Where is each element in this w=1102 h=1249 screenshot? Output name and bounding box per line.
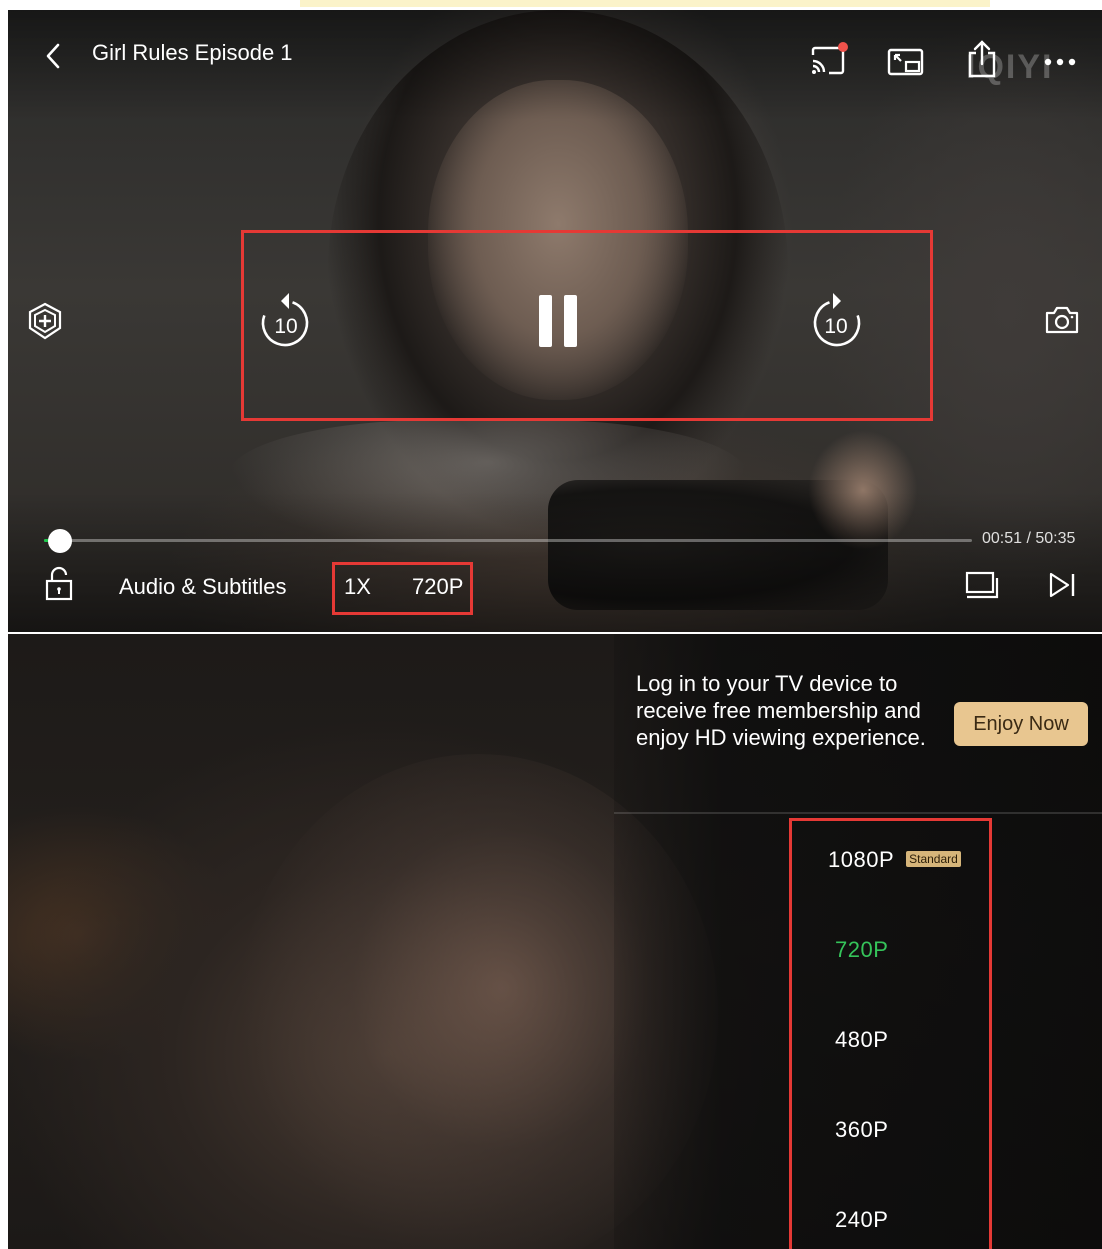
standard-badge: Standard [906, 851, 961, 867]
quality-option-480p[interactable]: 480P [835, 1027, 888, 1053]
cast-icon [811, 42, 848, 75]
picture-in-picture-button[interactable] [884, 44, 928, 80]
more-icon [1044, 58, 1076, 66]
rewind-seconds-label: 10 [274, 315, 297, 338]
quality-option-240p[interactable]: 240P [835, 1207, 888, 1233]
quality-options-highlight [789, 818, 992, 1249]
quality-option-label: 240P [835, 1207, 889, 1232]
enjoy-now-button[interactable]: Enjoy Now [954, 702, 1088, 746]
back-icon [46, 43, 60, 69]
quality-option-label: 360P [835, 1117, 889, 1142]
caption-strip [0, 0, 1102, 10]
progress-bar[interactable] [44, 529, 972, 553]
next-episode-icon [1049, 572, 1075, 598]
back-button[interactable] [36, 38, 72, 74]
quality-menu-screen: Log in to your TV device to receive free… [8, 634, 1102, 1249]
quality-option-label: 1080P [828, 847, 895, 872]
cast-button[interactable] [806, 40, 850, 80]
pause-button[interactable] [528, 286, 588, 356]
bottom-gradient [8, 492, 1102, 632]
forward-10-icon: 10 [813, 293, 861, 347]
forward-seconds-label: 10 [824, 315, 847, 338]
screenshot-icon [1045, 306, 1079, 334]
next-episode-button[interactable] [1042, 568, 1082, 602]
picture-in-picture-icon [887, 48, 924, 76]
ai-lens-button[interactable] [24, 300, 66, 344]
share-button[interactable] [962, 38, 1002, 80]
rewind-10-icon: 10 [261, 293, 309, 347]
menu-divider [614, 812, 1102, 814]
pause-icon [539, 295, 577, 347]
lock-icon [45, 566, 73, 601]
episode-title: Girl Rules Episode 1 [92, 40, 293, 65]
lock-button[interactable] [42, 564, 76, 604]
rewind-10-button[interactable]: 10 [252, 288, 318, 354]
episodes-button[interactable] [962, 568, 1002, 602]
quality-option-720p[interactable]: 720P [835, 937, 888, 963]
episodes-icon [965, 571, 999, 599]
progress-thumb[interactable] [47, 529, 72, 553]
more-button[interactable] [1040, 50, 1080, 74]
caption-highlight [300, 0, 990, 7]
forward-10-button[interactable]: 10 [804, 288, 870, 354]
screenshot-button[interactable] [1042, 302, 1082, 338]
video-player[interactable]: Girl Rules Episode 1 IQIYI 10 10 00:51 /… [8, 10, 1102, 632]
quality-option-label: 720P [835, 937, 889, 962]
ai-lens-icon [28, 302, 62, 340]
share-icon [968, 40, 996, 78]
quality-button[interactable]: 720P [412, 574, 463, 600]
quality-option-label: 480P [835, 1027, 889, 1052]
quality-option-1080p[interactable]: 1080P Standard [828, 847, 961, 873]
quality-option-360p[interactable]: 360P [835, 1117, 888, 1143]
speed-button[interactable]: 1X [344, 574, 371, 600]
time-display: 00:51 / 50:35 [982, 530, 1076, 547]
audio-subtitles-button[interactable]: Audio & Subtitles [119, 574, 287, 600]
tv-login-promo-text: Log in to your TV device to receive free… [636, 671, 926, 750]
